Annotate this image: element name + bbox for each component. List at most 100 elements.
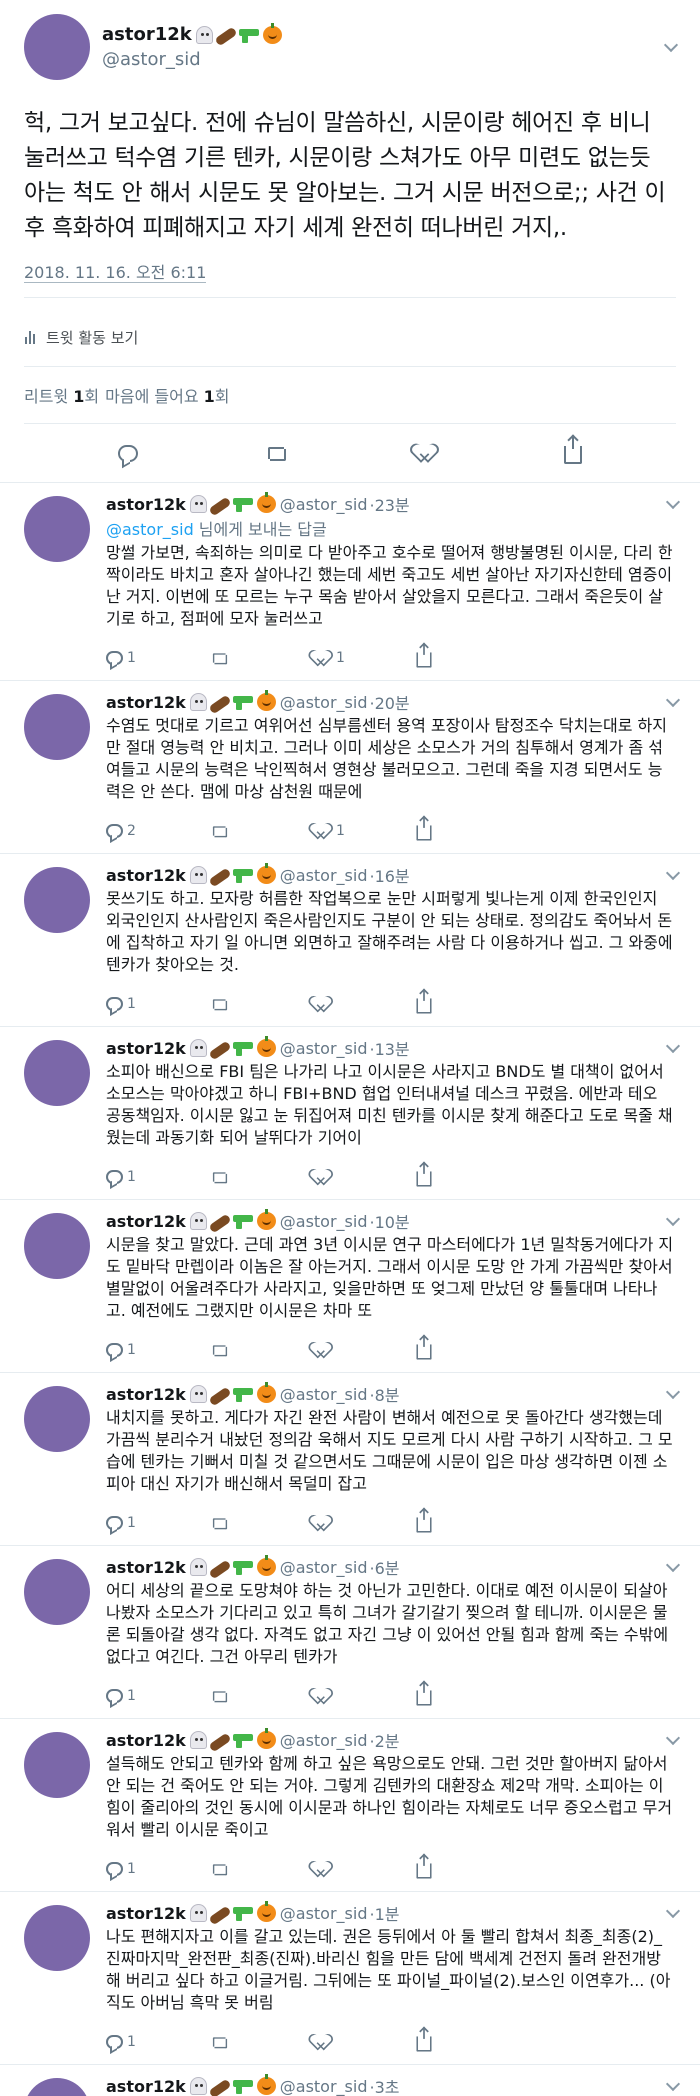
retweet-button[interactable] bbox=[209, 1861, 312, 1877]
reply-time[interactable]: ·10분 bbox=[369, 1209, 409, 1233]
avatar[interactable] bbox=[24, 1732, 90, 1798]
reply-button[interactable]: 1 bbox=[106, 1169, 209, 1185]
retweet-icon[interactable] bbox=[211, 2036, 229, 2049]
share-button[interactable] bbox=[415, 1681, 518, 1706]
like-button[interactable] bbox=[312, 2033, 415, 2051]
share-icon[interactable] bbox=[416, 1681, 432, 1706]
display-name[interactable]: astor12k bbox=[106, 1212, 186, 1231]
retweet-button[interactable] bbox=[209, 650, 312, 666]
display-name[interactable]: astor12k bbox=[106, 495, 186, 514]
tweet-activity-link[interactable]: 트윗 활동 보기 bbox=[24, 308, 676, 366]
reply-tweet[interactable]: astor12k @astor_sid ·1분 나도 편해지자고 이를 갈고 있… bbox=[0, 1891, 700, 2064]
user-handle[interactable]: @astor_sid bbox=[280, 1558, 368, 1577]
share-button[interactable] bbox=[415, 1508, 518, 1533]
reply-icon[interactable] bbox=[106, 1862, 123, 1876]
share-button[interactable] bbox=[415, 1335, 518, 1360]
display-name[interactable]: astor12k bbox=[106, 693, 186, 712]
user-handle[interactable]: @astor_sid bbox=[102, 49, 282, 70]
retweet-stat[interactable]: 리트윗 1회 bbox=[24, 383, 99, 407]
tweet-timestamp[interactable]: 2018. 11. 16. 오전 6:11 bbox=[24, 264, 207, 283]
reply-icon[interactable] bbox=[106, 2035, 123, 2049]
share-button[interactable] bbox=[415, 1854, 518, 1879]
like-icon[interactable] bbox=[314, 650, 331, 665]
reply-time[interactable]: ·20분 bbox=[369, 690, 409, 714]
share-icon[interactable] bbox=[416, 1162, 432, 1187]
like-button[interactable]: 1 bbox=[312, 649, 415, 667]
reply-time[interactable]: ·2분 bbox=[369, 1728, 399, 1752]
like-icon[interactable] bbox=[314, 1861, 331, 1876]
avatar[interactable] bbox=[24, 694, 90, 760]
reply-tweet[interactable]: astor12k @astor_sid ·6분 어디 세상의 끝으로 도망쳐야 … bbox=[0, 1545, 700, 1718]
user-handle[interactable]: @astor_sid bbox=[280, 866, 368, 885]
like-icon[interactable] bbox=[314, 1169, 331, 1184]
share-icon[interactable] bbox=[416, 643, 432, 668]
retweet-icon[interactable] bbox=[211, 1344, 229, 1357]
reply-tweet[interactable]: astor12k @astor_sid ·3초 결론은 딴사람처럼 피폐해져 자… bbox=[0, 2064, 700, 2096]
display-name[interactable]: astor12k bbox=[106, 2077, 186, 2096]
retweet-icon[interactable] bbox=[211, 1517, 229, 1530]
like-icon[interactable] bbox=[314, 1515, 331, 1530]
like-button[interactable] bbox=[312, 1514, 415, 1532]
retweet-button[interactable] bbox=[209, 2034, 312, 2050]
share-button[interactable] bbox=[415, 989, 518, 1014]
like-stat[interactable]: 마음에 들어요 1회 bbox=[105, 383, 229, 407]
avatar[interactable] bbox=[24, 496, 90, 562]
share-button[interactable] bbox=[415, 816, 518, 841]
user-handle[interactable]: @astor_sid bbox=[280, 693, 368, 712]
reply-tweet[interactable]: astor12k @astor_sid ·23분 @astor_sid 님에게 … bbox=[0, 482, 700, 680]
reply-time[interactable]: ·3초 bbox=[369, 2074, 399, 2096]
reply-time[interactable]: ·1분 bbox=[369, 1901, 399, 1925]
user-handle[interactable]: @astor_sid bbox=[280, 1039, 368, 1058]
share-icon[interactable] bbox=[416, 1854, 432, 1879]
like-icon[interactable] bbox=[314, 996, 331, 1011]
share-icon[interactable] bbox=[416, 1335, 432, 1360]
like-icon[interactable] bbox=[314, 823, 331, 838]
reply-button[interactable]: 1 bbox=[106, 1861, 209, 1877]
share-button[interactable] bbox=[415, 2027, 518, 2052]
reply-button[interactable]: 1 bbox=[106, 996, 209, 1012]
retweet-icon[interactable] bbox=[211, 998, 229, 1011]
retweet-button[interactable] bbox=[209, 1688, 312, 1704]
reply-tweet[interactable]: astor12k @astor_sid ·13분 소피아 배신으로 FBI 팀은… bbox=[0, 1026, 700, 1199]
like-button[interactable] bbox=[312, 1860, 415, 1878]
reply-button[interactable]: 1 bbox=[106, 1342, 209, 1358]
share-icon[interactable] bbox=[416, 1508, 432, 1533]
retweet-button[interactable] bbox=[209, 1169, 312, 1185]
user-handle[interactable]: @astor_sid bbox=[280, 1385, 368, 1404]
avatar[interactable] bbox=[24, 867, 90, 933]
avatar[interactable] bbox=[24, 14, 90, 80]
retweet-icon[interactable] bbox=[211, 1863, 229, 1876]
user-handle[interactable]: @astor_sid bbox=[280, 2077, 368, 2096]
retweet-icon[interactable] bbox=[211, 825, 229, 838]
share-icon[interactable] bbox=[564, 436, 582, 464]
reply-icon[interactable] bbox=[118, 444, 138, 462]
reply-icon[interactable] bbox=[106, 1689, 123, 1703]
avatar[interactable] bbox=[24, 1559, 90, 1625]
reply-tweet[interactable]: astor12k @astor_sid ·10분 시문을 찾고 말았다. 근데 … bbox=[0, 1199, 700, 1372]
avatar[interactable] bbox=[24, 2078, 90, 2096]
share-icon[interactable] bbox=[416, 816, 432, 841]
reply-tweet[interactable]: astor12k @astor_sid ·2분 설득해도 안되고 텐카와 함께 … bbox=[0, 1718, 700, 1891]
reply-button[interactable]: 1 bbox=[106, 2034, 209, 2050]
like-icon[interactable] bbox=[314, 1342, 331, 1357]
display-name[interactable]: astor12k bbox=[102, 24, 192, 45]
avatar[interactable] bbox=[24, 1040, 90, 1106]
display-name[interactable]: astor12k bbox=[106, 1904, 186, 1923]
share-button[interactable] bbox=[415, 1162, 518, 1187]
user-handle[interactable]: @astor_sid bbox=[280, 495, 368, 514]
display-name[interactable]: astor12k bbox=[106, 1558, 186, 1577]
reply-icon[interactable] bbox=[106, 1516, 123, 1530]
reply-button[interactable]: 1 bbox=[106, 1688, 209, 1704]
reply-icon[interactable] bbox=[106, 997, 123, 1011]
reply-tweet[interactable]: astor12k @astor_sid ·8분 내치지를 못하고. 게다가 자긴… bbox=[0, 1372, 700, 1545]
share-button[interactable] bbox=[415, 643, 518, 668]
reply-button[interactable]: 1 bbox=[106, 650, 209, 666]
retweet-icon[interactable] bbox=[266, 445, 288, 461]
share-icon[interactable] bbox=[416, 989, 432, 1014]
avatar[interactable] bbox=[24, 1905, 90, 1971]
reply-icon[interactable] bbox=[106, 824, 123, 838]
reply-tweet[interactable]: astor12k @astor_sid ·16분 못쓰기도 하고. 모자랑 허름… bbox=[0, 853, 700, 1026]
retweet-button[interactable] bbox=[209, 823, 312, 839]
retweet-icon[interactable] bbox=[211, 1171, 229, 1184]
reply-time[interactable]: ·23분 bbox=[369, 492, 409, 516]
